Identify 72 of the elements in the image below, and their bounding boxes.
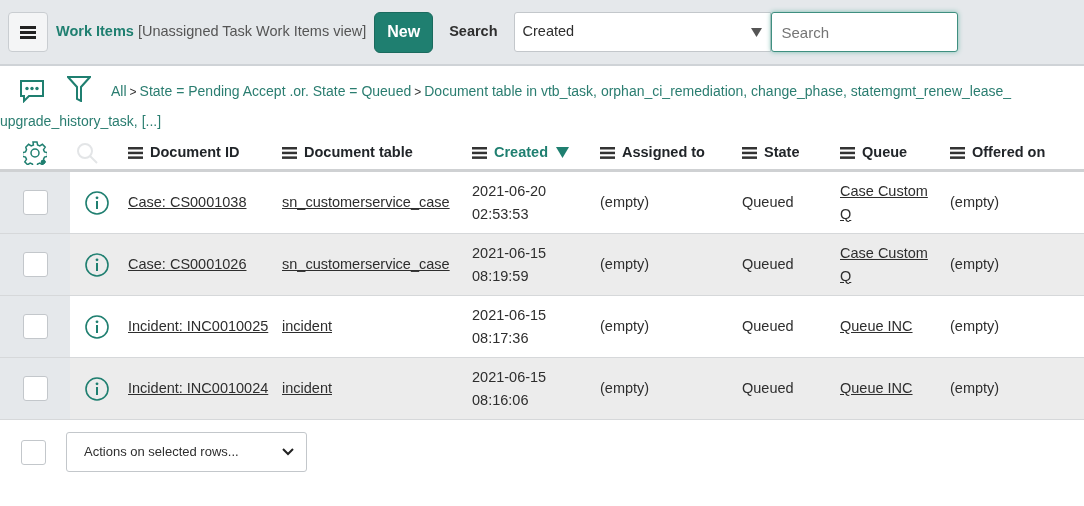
chevron-down-icon xyxy=(282,448,294,456)
table-link[interactable]: incident xyxy=(282,380,332,396)
info-icon[interactable] xyxy=(85,314,109,339)
table-link[interactable]: sn_customerservice_case xyxy=(282,256,450,272)
table-link[interactable]: Incident: INC0010024 xyxy=(128,377,269,400)
table-cell-text: 2021-06-15 08:17:36 xyxy=(472,305,548,348)
table-cell: (empty) xyxy=(600,194,650,210)
table-link[interactable]: Case: CS0001038 xyxy=(128,191,247,214)
row-checkbox[interactable] xyxy=(22,376,48,401)
table-cell: Queued xyxy=(742,380,794,396)
column-header[interactable]: Offered on xyxy=(972,141,1046,164)
row-checkbox[interactable] xyxy=(22,252,48,277)
table-link[interactable]: Case Custom Q xyxy=(840,241,942,288)
menu-icon xyxy=(20,25,36,39)
column-menu-icon[interactable] xyxy=(472,146,487,159)
search-input[interactable]: Search xyxy=(770,12,958,52)
table-link[interactable]: Incident: INC0010025 xyxy=(128,315,269,338)
table-cell: Queued xyxy=(742,256,794,272)
info-icon[interactable] xyxy=(85,376,109,401)
table-link[interactable]: Queue INC xyxy=(840,377,913,400)
table-cell-text: 2021-06-20 02:53:53 xyxy=(472,181,548,224)
table-cell: (empty) xyxy=(950,380,1000,396)
breadcrumb-link[interactable]: upgrade_history_task, [...] xyxy=(0,110,162,132)
table-cell: (empty) xyxy=(950,318,1000,334)
column-menu-icon[interactable] xyxy=(600,146,615,159)
select-all-checkbox[interactable] xyxy=(20,439,46,465)
search-label: Search xyxy=(449,22,498,42)
breadcrumb-link[interactable]: All xyxy=(111,76,127,107)
table-link[interactable]: Queue INC xyxy=(840,315,913,338)
settings-icon[interactable] xyxy=(23,140,47,165)
dropdown-arrow-icon xyxy=(750,27,762,37)
new-button[interactable]: New xyxy=(374,11,434,53)
table-cell: (empty) xyxy=(600,380,650,396)
column-header[interactable]: Document table xyxy=(304,141,413,164)
sort-descending-icon xyxy=(556,147,569,158)
table-cell: (empty) xyxy=(600,256,650,272)
table-link[interactable]: sn_customerservice_case xyxy=(282,194,450,210)
info-icon[interactable] xyxy=(85,252,109,277)
breadcrumb-link[interactable]: Document table in vtb_task, orphan_ci_remediation, change_phase, statemgmt_renew_lease_ xyxy=(424,76,1012,107)
row-checkbox[interactable] xyxy=(22,190,48,215)
column-header[interactable]: Document ID xyxy=(150,141,240,164)
column-header[interactable]: Queue xyxy=(862,141,908,164)
table-link[interactable]: Case: CS0001026 xyxy=(128,253,247,276)
table-cell: (empty) xyxy=(950,194,1000,210)
table-link[interactable]: Case Custom Q xyxy=(840,179,942,226)
filter-icon[interactable] xyxy=(67,76,91,102)
table-cell-text: 2021-06-15 08:16:06 xyxy=(472,367,548,410)
comment-icon[interactable] xyxy=(19,80,45,103)
search-field-select[interactable]: Created xyxy=(513,12,771,52)
breadcrumb-link[interactable]: State = Pending Accept .or. State = Queued xyxy=(139,76,412,107)
column-header[interactable]: State xyxy=(764,141,800,164)
table-cell: Queued xyxy=(742,318,794,334)
table-cell: (empty) xyxy=(950,256,1000,272)
breadcrumb-separator: > xyxy=(414,84,422,101)
table-link[interactable]: incident xyxy=(282,318,332,334)
column-menu-icon[interactable] xyxy=(950,146,965,159)
info-icon[interactable] xyxy=(85,190,109,215)
view-name: [Unassigned Task Work Items view] xyxy=(137,22,367,42)
table-cell: (empty) xyxy=(600,318,650,334)
column-header[interactable]: Created xyxy=(494,141,548,164)
column-menu-icon[interactable] xyxy=(840,146,855,159)
actions-select[interactable]: Actions on selected rows... xyxy=(66,432,307,472)
row-checkbox[interactable] xyxy=(22,314,48,339)
menu-button[interactable] xyxy=(8,12,48,52)
column-menu-icon[interactable] xyxy=(742,146,757,159)
breadcrumb-separator: > xyxy=(129,84,137,101)
column-menu-icon[interactable] xyxy=(282,146,297,159)
table-cell: Queued xyxy=(742,194,794,210)
table-cell-text: 2021-06-15 08:19:59 xyxy=(472,243,548,286)
column-menu-icon[interactable] xyxy=(128,146,143,159)
column-header[interactable]: Assigned to xyxy=(622,141,705,164)
list-title: Work Items xyxy=(56,22,134,42)
